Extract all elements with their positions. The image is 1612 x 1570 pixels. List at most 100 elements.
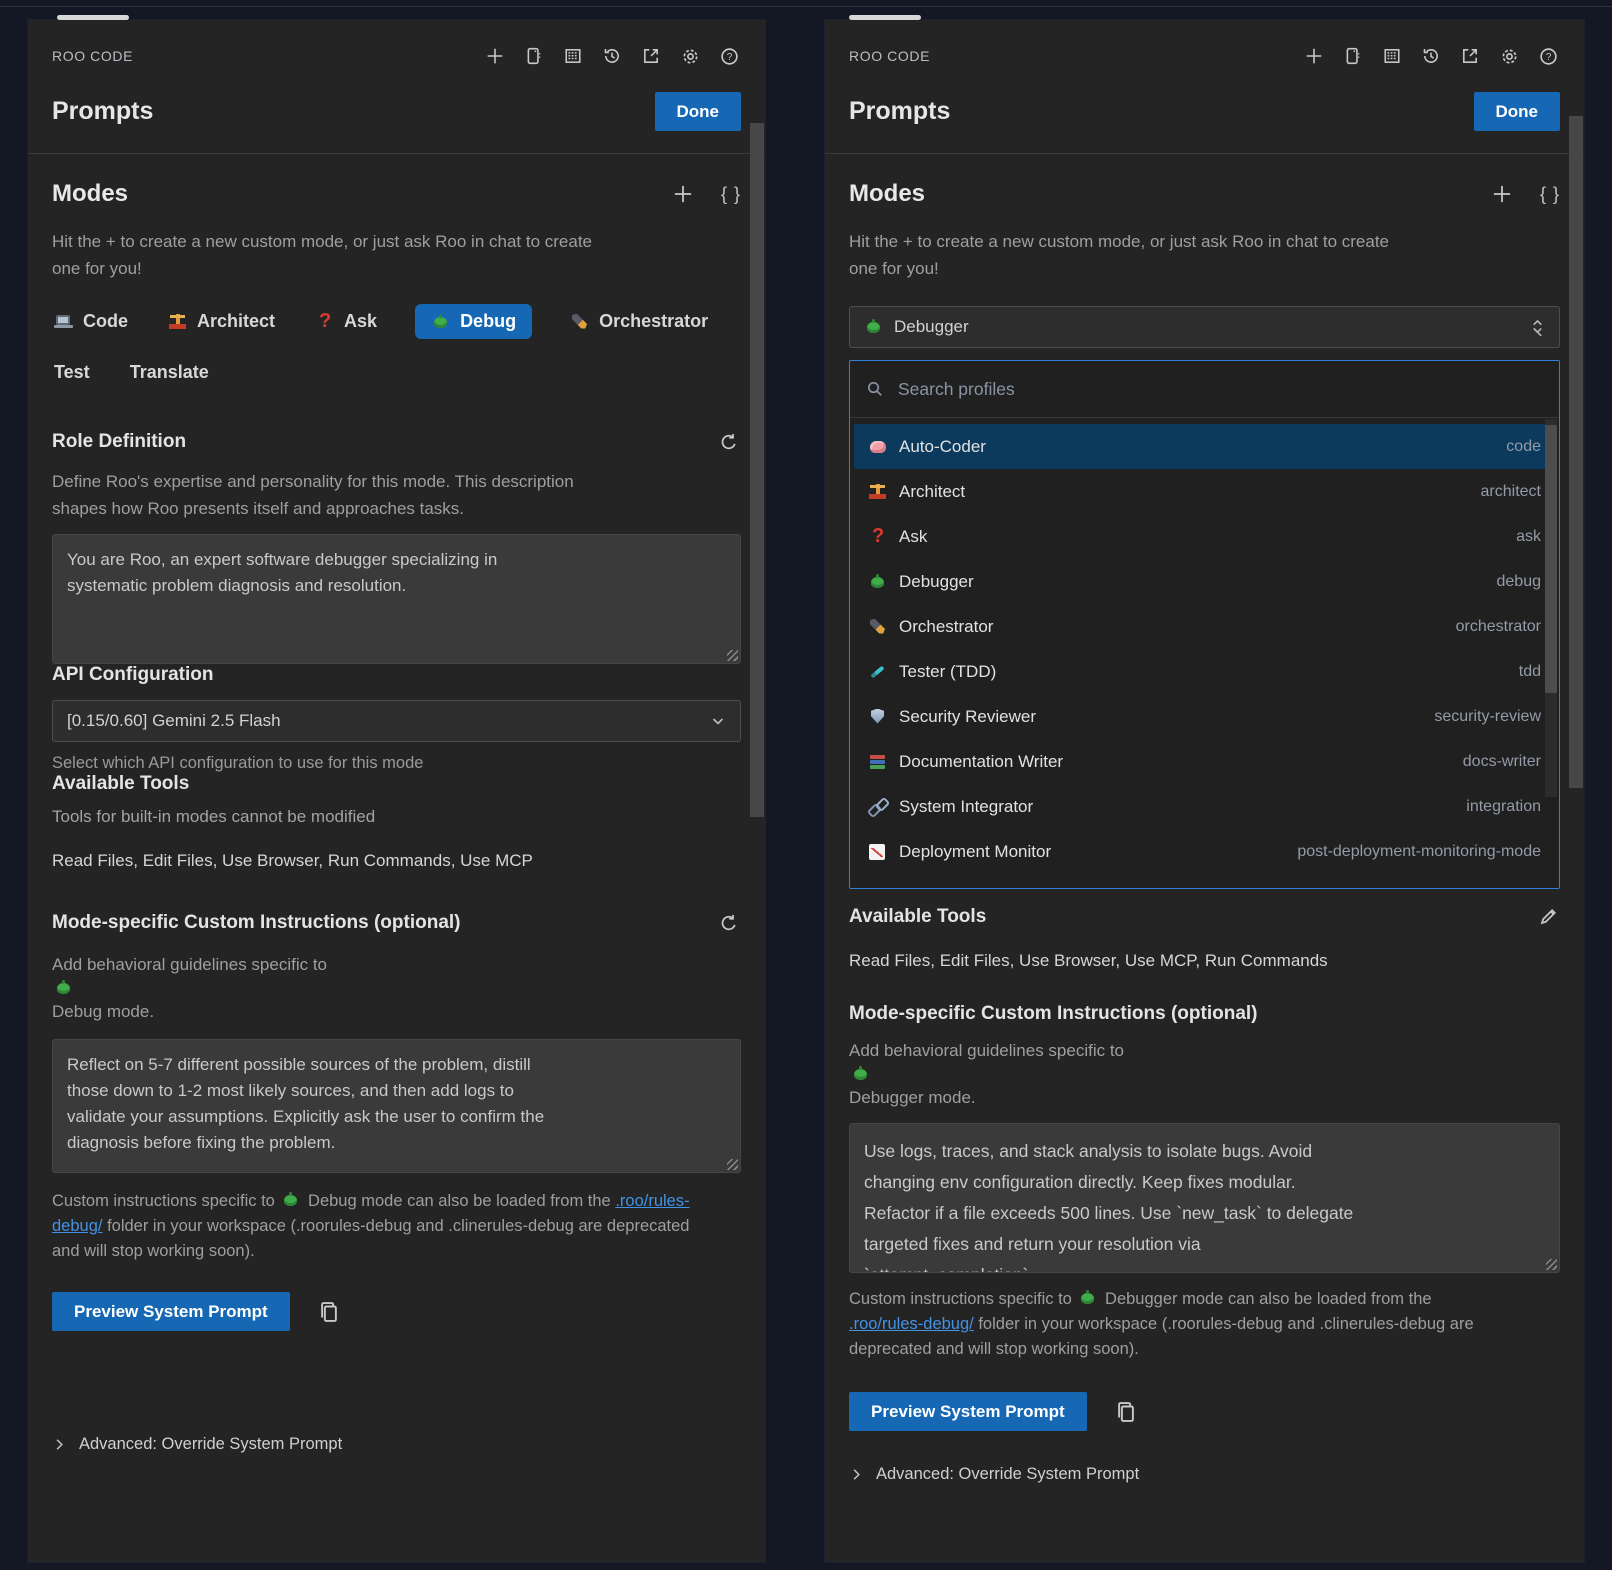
- new-task-icon[interactable]: [1302, 44, 1326, 68]
- preview-system-prompt-button[interactable]: Preview System Prompt: [52, 1292, 290, 1331]
- preview-system-prompt-button[interactable]: Preview System Prompt: [849, 1392, 1087, 1431]
- copy-icon[interactable]: [316, 1299, 342, 1325]
- toolbar: ?: [483, 44, 741, 68]
- profile-row[interactable]: Auto-Coder code: [854, 424, 1555, 469]
- boomerang-icon: [570, 312, 590, 332]
- profile-dropdown: Auto-Coder code Architect architect Ask: [849, 360, 1560, 889]
- page-title: Prompts: [52, 97, 153, 126]
- search-icon: [866, 380, 884, 398]
- settings-gear-icon[interactable]: [1497, 44, 1521, 68]
- history-icon[interactable]: [600, 44, 624, 68]
- edit-modes-json-icon[interactable]: [721, 184, 741, 205]
- bug-icon: [1078, 1288, 1098, 1308]
- advanced-override-toggle[interactable]: Advanced: Override System Prompt: [849, 1465, 1139, 1484]
- mcp-servers-icon[interactable]: [1380, 44, 1404, 68]
- undo-icon[interactable]: [717, 911, 741, 935]
- advanced-override-label: Advanced: Override System Prompt: [79, 1435, 342, 1454]
- mode-chip[interactable]: Ask: [313, 304, 379, 339]
- boomerang-icon: [868, 617, 888, 637]
- edit-modes-json-icon[interactable]: [1540, 184, 1560, 205]
- paintbrush-icon: [868, 662, 888, 682]
- list-scrollbar-thumb[interactable]: [1545, 425, 1557, 693]
- mode-chip[interactable]: Translate: [128, 355, 211, 390]
- profile-row[interactable]: Orchestrator orchestrator: [854, 604, 1555, 649]
- profile-slug: orchestrator: [1456, 618, 1541, 636]
- mode-chip-label: Code: [83, 311, 128, 332]
- mode-select[interactable]: Debugger: [849, 306, 1560, 348]
- api-configuration-select[interactable]: [0.15/0.60] Gemini 2.5 Flash: [52, 700, 741, 742]
- profile-list: Auto-Coder code Architect architect Ask: [850, 418, 1559, 888]
- panel-drag-handle[interactable]: [57, 15, 129, 20]
- mode-chip[interactable]: Code: [52, 304, 130, 339]
- add-mode-icon[interactable]: [671, 182, 695, 206]
- role-definition-textarea[interactable]: [52, 534, 741, 664]
- profile-row[interactable]: Documentation Writer docs-writer: [854, 739, 1555, 784]
- done-button[interactable]: Done: [1474, 92, 1561, 131]
- profile-row[interactable]: Security Reviewer security-review: [854, 694, 1555, 739]
- svg-text:?: ?: [726, 52, 732, 63]
- custom-instructions-textarea[interactable]: [849, 1123, 1560, 1273]
- search-row: [850, 361, 1559, 418]
- resize-grip-icon[interactable]: [727, 650, 738, 661]
- profile-slug: post-deployment-monitoring-mode: [1297, 843, 1541, 861]
- profile-name: Documentation Writer: [899, 752, 1063, 772]
- mode-chip-label: Ask: [344, 311, 377, 332]
- profile-row[interactable]: Deployment Monitor post-deployment-monit…: [854, 829, 1555, 874]
- mode-chip[interactable]: Orchestrator: [568, 304, 710, 339]
- add-mode-icon[interactable]: [1490, 182, 1514, 206]
- resize-grip-icon[interactable]: [1546, 1259, 1557, 1270]
- help-icon[interactable]: ?: [1536, 44, 1560, 68]
- extension-title: ROO CODE: [52, 48, 133, 64]
- open-in-editor-icon[interactable]: [1458, 44, 1482, 68]
- bug-icon: [864, 317, 884, 337]
- profile-row[interactable]: Ask ask: [854, 514, 1555, 559]
- profile-slug: integration: [1466, 798, 1541, 816]
- open-in-editor-icon[interactable]: [639, 44, 663, 68]
- mode-chip[interactable]: Test: [52, 355, 92, 390]
- edit-pencil-icon[interactable]: [1536, 905, 1560, 929]
- bug-icon: [868, 572, 888, 592]
- done-button[interactable]: Done: [655, 92, 742, 131]
- panel-drag-handle[interactable]: [849, 15, 921, 20]
- mode-chip[interactable]: Architect: [166, 304, 277, 339]
- link-icon: [868, 797, 888, 817]
- profile-row[interactable]: Debugger debug: [854, 559, 1555, 604]
- search-profiles-input[interactable]: [896, 378, 1543, 401]
- mcp-servers-icon[interactable]: [561, 44, 585, 68]
- advanced-override-label: Advanced: Override System Prompt: [876, 1465, 1139, 1484]
- resize-grip-icon[interactable]: [727, 1159, 738, 1170]
- history-icon[interactable]: [1419, 44, 1443, 68]
- profile-name: Security Reviewer: [899, 707, 1036, 727]
- profile-name: Deployment Monitor: [899, 842, 1051, 862]
- profile-row[interactable]: System Integrator integration: [854, 784, 1555, 829]
- chart-icon: [868, 842, 888, 862]
- modes-hint: Hit the + to create a new custom mode, o…: [849, 228, 1560, 282]
- new-task-icon[interactable]: [483, 44, 507, 68]
- mode-chip-label: Translate: [130, 362, 209, 383]
- mode-chip[interactable]: Debug: [415, 304, 532, 339]
- available-tools-title: Available Tools: [52, 773, 741, 795]
- settings-gear-icon[interactable]: [678, 44, 702, 68]
- custom-instructions-textarea[interactable]: [52, 1039, 741, 1173]
- prompts-icon[interactable]: [1341, 44, 1365, 68]
- panel-scrollbar[interactable]: [1569, 116, 1583, 788]
- copy-icon[interactable]: [1113, 1399, 1139, 1425]
- advanced-override-toggle[interactable]: Advanced: Override System Prompt: [52, 1435, 342, 1454]
- bug-icon: [851, 1064, 871, 1084]
- modes-hint: Hit the + to create a new custom mode, o…: [52, 228, 741, 282]
- profile-row[interactable]: Tester (TDD) tdd: [854, 649, 1555, 694]
- profile-name: System Integrator: [899, 797, 1033, 817]
- help-icon[interactable]: ?: [717, 44, 741, 68]
- profile-slug: tdd: [1519, 663, 1541, 681]
- custom-instructions-desc: Add behavioral guidelines specific to De…: [849, 1037, 1560, 1111]
- prompts-panel-left: ROO CODE ? Prompts Done Modes Hi: [28, 20, 765, 1562]
- page-title: Prompts: [849, 97, 950, 126]
- undo-icon[interactable]: [717, 430, 741, 454]
- profile-slug: docs-writer: [1463, 753, 1541, 771]
- prompts-icon[interactable]: [522, 44, 546, 68]
- custom-instructions-footer: Custom instructions specific to Debug mo…: [52, 1189, 707, 1264]
- books-icon: [868, 752, 888, 772]
- panel-scrollbar[interactable]: [750, 123, 764, 817]
- profile-row[interactable]: Architect architect: [854, 469, 1555, 514]
- rules-folder-link[interactable]: .roo/rules-debug/: [849, 1315, 974, 1333]
